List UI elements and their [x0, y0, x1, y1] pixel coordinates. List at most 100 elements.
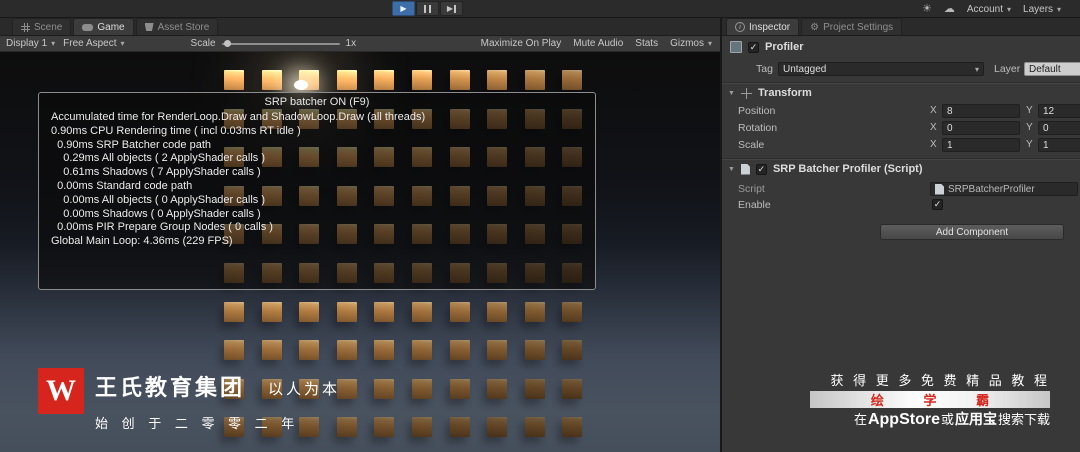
gameobject-cube-icon [730, 41, 742, 53]
scale-slider-thumb[interactable] [224, 40, 231, 47]
tab-asset-store[interactable]: Asset Store [136, 18, 219, 35]
scene-cube [562, 70, 582, 90]
scene-cube [337, 417, 357, 437]
account-label: Account [967, 4, 1003, 15]
promo-line3-suffix: 搜索下载 [998, 409, 1050, 428]
brand-since: 始 创 于 二 零 零 二 年 [95, 413, 299, 432]
display-dropdown[interactable]: Display 1 ▾ [6, 38, 55, 49]
scale-control: Scale 1x [191, 38, 357, 49]
aspect-dropdown[interactable]: Free Aspect ▾ [63, 38, 124, 49]
scene-cube [525, 70, 545, 90]
scene-cube [450, 302, 470, 322]
brand-logo-letter: W [46, 374, 76, 408]
scene-cube [337, 302, 357, 322]
scene-cube [374, 302, 394, 322]
scene-cube [299, 417, 319, 437]
promo-line3-prefix: 在 [854, 409, 867, 428]
scene-cube [412, 340, 432, 360]
rotation-x-field[interactable]: 0 [942, 121, 1020, 135]
promo-or: 或 [941, 409, 954, 428]
scale-slider-track[interactable] [222, 43, 340, 45]
script-reference-value: SRPBatcherProfiler [948, 184, 1035, 195]
stats-button[interactable]: Stats [635, 38, 658, 49]
chevron-down-icon: ▾ [51, 39, 55, 48]
step-icon: ▶ [447, 5, 453, 13]
unity-editor-window: ▶ ▶ ☀ ☁ Account ▾ Layers ▾ [0, 0, 1080, 452]
mute-audio-button[interactable]: Mute Audio [573, 38, 623, 49]
overlay-stat-line: 0.00ms Shadows ( 0 ApplyShader calls ) [51, 208, 583, 222]
overlay-stat-line: Accumulated time for RenderLoop.Draw and… [51, 111, 583, 125]
promo-banner: 绘 学 霸 [810, 391, 1050, 408]
chevron-down-icon: ▾ [975, 65, 979, 74]
toolbar-right-group: ☀ ☁ Account ▾ Layers ▾ [922, 0, 1061, 18]
tab-scene-label: Scene [34, 22, 62, 33]
scene-cube [412, 379, 432, 399]
scene-cube [525, 379, 545, 399]
scene-cube [337, 70, 357, 90]
account-dropdown[interactable]: Account ▾ [967, 4, 1011, 15]
component-enabled-checkbox[interactable]: ✓ [756, 164, 767, 175]
cloud-collab-icon[interactable]: ☁ [944, 4, 955, 15]
layer-dropdown[interactable]: Default [1024, 62, 1080, 76]
tab-project-settings[interactable]: ⚙ Project Settings [801, 18, 902, 35]
chevron-down-icon: ▾ [121, 39, 125, 48]
scene-cube [525, 417, 545, 437]
tab-project-settings-label: Project Settings [823, 22, 893, 33]
tab-inspector[interactable]: i Inspector [726, 18, 799, 35]
scene-cube [562, 302, 582, 322]
gear-icon: ⚙ [810, 22, 819, 33]
step-button[interactable]: ▶ [440, 1, 463, 16]
aspect-label: Free Aspect [63, 38, 116, 49]
overlay-stat-line: 0.29ms All objects ( 2 ApplyShader calls… [51, 152, 583, 166]
scene-cube [487, 302, 507, 322]
add-component-button[interactable]: Add Component [880, 224, 1064, 240]
scale-row-label: Scale [738, 139, 764, 151]
scale-y-field[interactable]: 1 [1038, 138, 1080, 152]
promo-line3: 在 AppStore或应用宝搜索下载 [854, 409, 1050, 429]
scene-cube [224, 302, 244, 322]
layer-label: Layer [994, 63, 1020, 75]
game-toolbar-right: Maximize On Play Mute Audio Stats Gizmos… [481, 38, 714, 49]
script-reference-field[interactable]: SRPBatcherProfiler [930, 182, 1078, 196]
tag-dropdown[interactable]: Untagged ▾ [778, 62, 984, 76]
scale-x-field[interactable]: 1 [942, 138, 1020, 152]
enable-checkbox[interactable]: ✓ [932, 199, 943, 210]
promo-appstore: AppStore [868, 411, 940, 429]
active-checkbox[interactable]: ✓ [748, 42, 759, 53]
axis-y-label: Y [1026, 139, 1033, 150]
script-component-header[interactable]: ▼ ✓ SRP Batcher Profiler (Script) [728, 163, 923, 175]
enable-label: Enable [738, 199, 771, 211]
foldout-icon[interactable]: ▼ [728, 166, 735, 173]
rotation-y-field[interactable]: 0 [1038, 121, 1080, 135]
display-label: Display 1 [6, 38, 47, 49]
layers-dropdown[interactable]: Layers ▾ [1023, 4, 1061, 15]
overlay-stat-line: 0.90ms SRP Batcher code path [51, 139, 583, 153]
gizmos-label: Gizmos [670, 38, 704, 49]
transform-header[interactable]: ▼ Transform [728, 87, 812, 99]
scene-cube [374, 340, 394, 360]
gameobject-header: ✓ Profiler [730, 41, 804, 53]
axis-x-label: X [930, 122, 937, 133]
tag-value: Untagged [783, 64, 826, 75]
gizmos-dropdown[interactable]: Gizmos ▾ [670, 38, 712, 49]
scene-cube [374, 70, 394, 90]
position-y-field[interactable]: 12 [1038, 104, 1080, 118]
tab-scene[interactable]: Scene [12, 18, 71, 35]
rotation-label: Rotation [738, 122, 777, 134]
pause-button[interactable] [416, 1, 439, 16]
play-button[interactable]: ▶ [392, 1, 415, 16]
scene-cube [262, 70, 282, 90]
foldout-icon[interactable]: ▼ [728, 90, 735, 97]
axis-y-label: Y [1026, 105, 1033, 116]
position-x-field[interactable]: 8 [942, 104, 1020, 118]
scale-value: 1x [346, 38, 357, 49]
scene-cube [487, 70, 507, 90]
transform-title: Transform [758, 87, 812, 99]
tab-game[interactable]: Game [73, 18, 133, 35]
chevron-down-icon: ▾ [708, 39, 712, 48]
maximize-on-play-button[interactable]: Maximize On Play [481, 38, 562, 49]
gameobject-name: Profiler [765, 41, 804, 53]
script-label: Script [738, 183, 765, 195]
axis-x-label: X [930, 105, 937, 116]
brightness-icon[interactable]: ☀ [922, 4, 932, 15]
